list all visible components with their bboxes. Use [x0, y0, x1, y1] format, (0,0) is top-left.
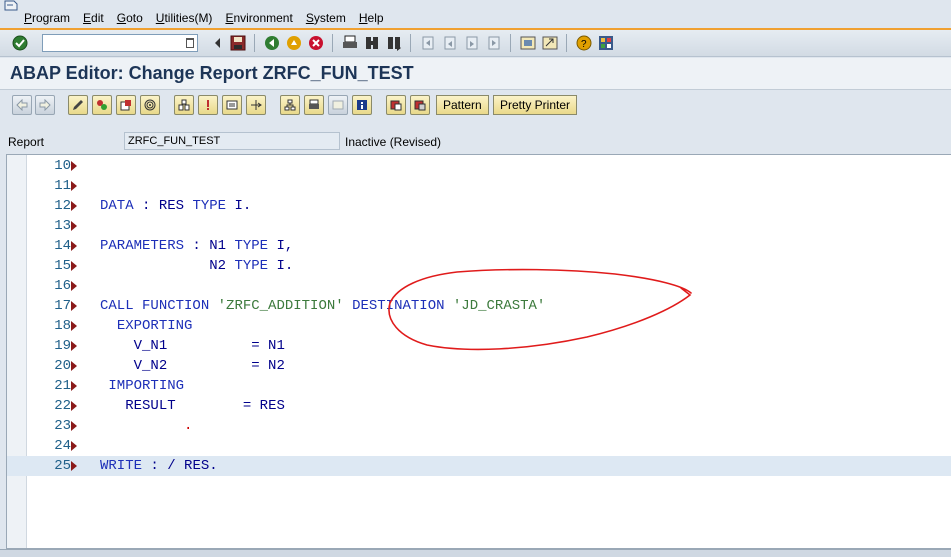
pattern-button[interactable]: Pattern: [436, 95, 489, 115]
separator: [332, 34, 333, 52]
first-page-icon[interactable]: [420, 35, 436, 51]
display-change-icon[interactable]: [68, 95, 88, 115]
title-bar: ABAP Editor: Change Report ZRFC_FUN_TEST: [0, 58, 951, 90]
separator: [510, 34, 511, 52]
check-syntax-icon[interactable]: [116, 95, 136, 115]
menu-help[interactable]: Help: [359, 11, 384, 26]
menu-bar: Program Edit Goto Utilities(M) Environme…: [0, 0, 951, 30]
command-field[interactable]: [42, 34, 198, 52]
exit-icon[interactable]: [286, 35, 302, 51]
cancel-icon[interactable]: [308, 35, 324, 51]
print-source-icon[interactable]: [304, 95, 324, 115]
report-header: Report ZRFC_FUN_TEST Inactive (Revised): [0, 130, 951, 152]
standard-toolbar: ?: [0, 30, 951, 57]
find-next-icon[interactable]: [386, 35, 402, 51]
svg-text:?: ?: [581, 39, 587, 50]
customize-layout-icon[interactable]: [598, 35, 614, 51]
menu-environment[interactable]: Environment: [225, 11, 292, 26]
sap-window: Program Edit Goto Utilities(M) Environme…: [0, 0, 951, 557]
menu-goto[interactable]: Goto: [117, 11, 143, 26]
status-bar: [0, 549, 951, 557]
navigate-icon[interactable]: [246, 95, 266, 115]
hierarchy-icon[interactable]: [280, 95, 300, 115]
new-session-icon[interactable]: [520, 35, 536, 51]
page-title: ABAP Editor: Change Report ZRFC_FUN_TEST: [10, 63, 414, 83]
info-icon[interactable]: [352, 95, 372, 115]
abap-code-editor[interactable]: 10 11 12 DATA : RES TYPE I. 13 14 PARAMETERS :…: [6, 154, 951, 549]
back-arrow-icon[interactable]: [12, 95, 32, 115]
history-left-icon[interactable]: [210, 35, 226, 51]
menu-system[interactable]: System: [306, 11, 346, 26]
disabled-icon[interactable]: [328, 95, 348, 115]
print-icon[interactable]: [342, 35, 358, 51]
report-status: Inactive (Revised): [345, 135, 442, 149]
back-icon[interactable]: [264, 35, 280, 51]
pretty-printer-button[interactable]: Pretty Printer: [493, 95, 578, 115]
enhance-icon[interactable]: [386, 95, 406, 115]
modification-icon[interactable]: [410, 95, 430, 115]
report-name-field: ZRFC_FUN_TEST: [124, 132, 340, 150]
command-dropdown-icon[interactable]: [186, 38, 194, 48]
breakpoint-icon[interactable]: [198, 95, 218, 115]
next-page-icon[interactable]: [464, 35, 480, 51]
display-object-icon[interactable]: [222, 95, 242, 115]
forward-arrow-icon[interactable]: [35, 95, 55, 115]
last-page-icon[interactable]: [486, 35, 502, 51]
separator: [254, 34, 255, 52]
window-menu-icon[interactable]: [4, 0, 18, 11]
previous-page-icon[interactable]: [442, 35, 458, 51]
red-circle-annotation: [388, 268, 692, 351]
menu-edit[interactable]: Edit: [83, 11, 104, 26]
report-label: Report: [8, 135, 45, 149]
application-toolbar: Pattern Pretty Printer: [0, 91, 951, 119]
menu-utilities[interactable]: Utilities(M): [156, 11, 213, 26]
object-list-icon[interactable]: [174, 95, 194, 115]
save-icon[interactable]: [230, 35, 246, 51]
shortcut-icon[interactable]: [542, 35, 558, 51]
enter-check-icon[interactable]: [12, 35, 28, 51]
activate-icon[interactable]: [92, 95, 112, 115]
separator: [566, 34, 567, 52]
help-icon[interactable]: ?: [576, 35, 592, 51]
menu-program[interactable]: Program: [24, 11, 70, 26]
separator: [410, 34, 411, 52]
where-used-icon[interactable]: [140, 95, 160, 115]
find-icon[interactable]: [364, 35, 380, 51]
